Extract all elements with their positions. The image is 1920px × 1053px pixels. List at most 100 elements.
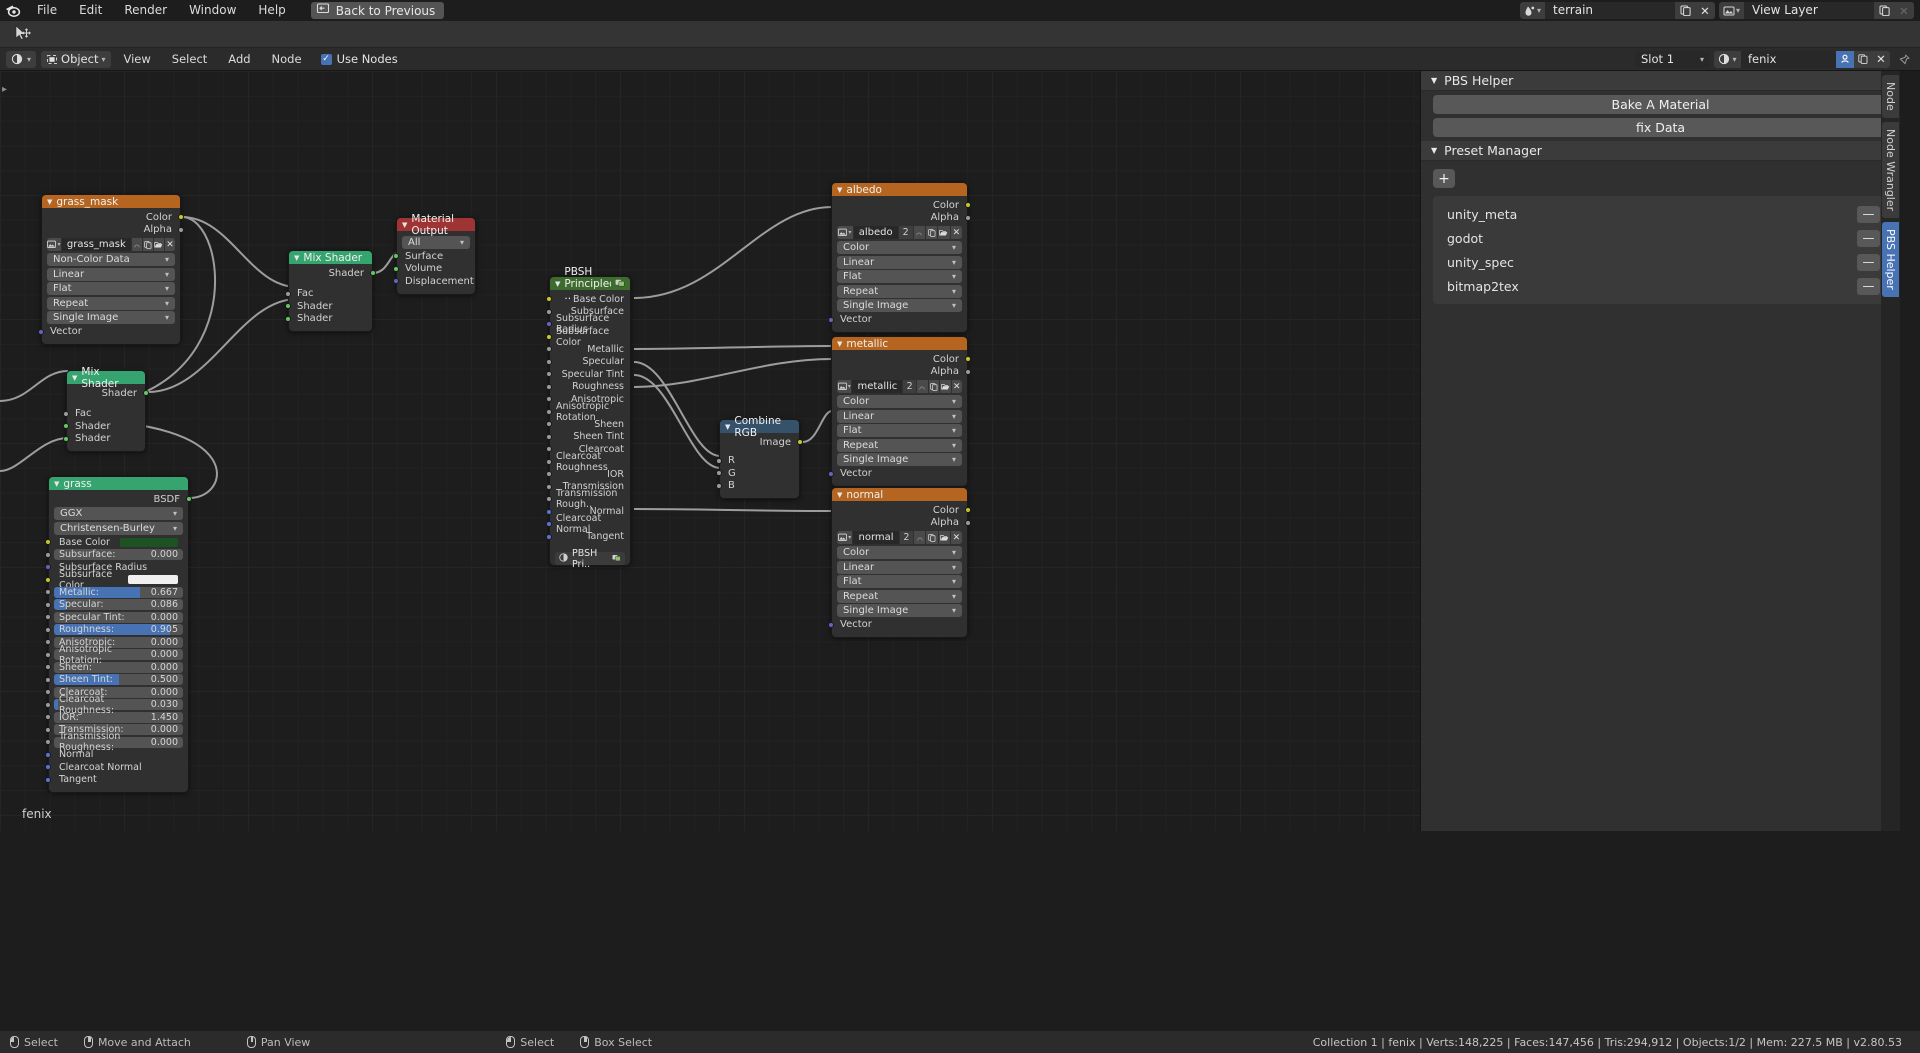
collapse-triangle-icon[interactable]: ▼ (837, 340, 842, 348)
editor-menu-view[interactable]: View (116, 51, 159, 68)
input-socket-vector[interactable]: Vector (38, 326, 180, 339)
socket-image-icon[interactable] (797, 439, 803, 445)
node-header[interactable]: ▼ Mix Shader (67, 366, 145, 390)
socket-color-icon[interactable] (965, 202, 971, 208)
interpolation-dropdown[interactable]: Linear ▾ (47, 267, 175, 281)
back-to-previous-button[interactable]: Back to Previous (310, 2, 445, 19)
view-layer-selector[interactable]: ▾ View Layer ✕ (1719, 2, 1914, 19)
input-socket-shader-1[interactable]: Shader (63, 420, 145, 433)
remove-preset-button[interactable]: — (1857, 205, 1880, 223)
pbsh-input-row[interactable]: Clearcoat Roughness (546, 451, 630, 473)
socket-shader-icon[interactable] (63, 435, 69, 442)
socket-shader-icon[interactable] (143, 390, 149, 396)
image-fake-user-button[interactable] (913, 226, 925, 239)
image-new-button[interactable] (142, 238, 153, 251)
image-unlink-button[interactable]: ✕ (164, 238, 175, 251)
node-grass-bsdf[interactable]: ▼ grass BSDF GGX ▾ Christensen-Burley ▾ Ba… (45, 476, 192, 793)
colorspace-dropdown[interactable]: Color ▾ (837, 395, 962, 408)
projection-dropdown[interactable]: Flat ▾ (837, 575, 962, 588)
scene-selector[interactable]: ▾ terrain ✕ (1520, 2, 1715, 19)
param-socket-icon[interactable] (45, 776, 51, 783)
param-slider[interactable]: Sheen Tint: 0.500 (54, 674, 183, 686)
param-socket-icon[interactable] (45, 739, 51, 745)
new-view-layer-button[interactable] (1874, 2, 1894, 19)
socket-icon[interactable] (546, 421, 552, 427)
param-socket-icon[interactable] (45, 601, 51, 608)
tab-pbs-helper[interactable]: PBS Helper (1882, 221, 1899, 297)
material-new-button[interactable] (1854, 50, 1872, 68)
socket-icon[interactable] (546, 521, 552, 527)
node-metallic[interactable]: ▼ metallic Color Alpha ▾ metallic 2 ✕ Co… (828, 336, 971, 487)
color-swatch[interactable] (128, 575, 178, 585)
fix-data-button[interactable]: fix Data (1433, 118, 1888, 137)
socket-shader-icon[interactable] (63, 423, 69, 429)
socket-icon[interactable] (546, 483, 552, 490)
socket-icon[interactable] (546, 508, 552, 515)
input-socket-shader-1[interactable]: Shader (285, 300, 372, 313)
node-normal[interactable]: ▼ normal Color Alpha ▾ normal 2 ✕ Color … (828, 487, 971, 638)
collapse-triangle-icon[interactable]: ▼ (402, 221, 407, 229)
grass-param-row[interactable]: Base Color (45, 536, 188, 549)
output-socket-alpha[interactable]: Alpha (42, 224, 184, 237)
param-plain[interactable]: Tangent (54, 774, 183, 785)
node-header[interactable]: ▼ grass_mask (42, 195, 180, 208)
image-users-count[interactable]: 2 (898, 226, 913, 239)
extension-dropdown[interactable]: Repeat ▾ (837, 284, 962, 298)
socket-shader-icon[interactable] (285, 303, 291, 309)
param-socket-icon[interactable] (45, 539, 51, 545)
node-albedo[interactable]: ▼ albedo Color Alpha ▾ albedo 2 ✕ Color … (828, 182, 971, 333)
preset-row[interactable]: unity_meta — (1433, 202, 1888, 226)
menu-render[interactable]: Render (113, 0, 178, 21)
node-pbsh-principled[interactable]: ▼ PBSH Principled .. Base Color Subsurfac… (546, 266, 631, 570)
input-socket-g[interactable]: G (716, 467, 799, 480)
node-header[interactable]: ▼ Mix Shader (289, 251, 372, 264)
param-socket-icon[interactable] (45, 726, 51, 733)
socket-surface-icon[interactable] (393, 253, 399, 259)
target-dropdown[interactable]: All ▾ (402, 235, 470, 249)
socket-volume-icon[interactable] (393, 265, 399, 272)
param-socket-icon[interactable] (45, 564, 51, 570)
material-unlink-button[interactable]: ✕ (1872, 50, 1890, 68)
pbsh-input-row[interactable]: Anisotropic Rotation (546, 401, 630, 423)
input-socket-b[interactable]: B (716, 480, 799, 493)
image-new-button[interactable] (928, 380, 940, 393)
param-plain[interactable]: Clearcoat Normal (54, 762, 183, 773)
node-header[interactable]: ▼ Material Output (397, 213, 475, 237)
image-name-input[interactable]: albedo (853, 226, 898, 239)
menu-file[interactable]: File (26, 0, 68, 21)
view-layer-name[interactable]: View Layer (1744, 2, 1874, 19)
image-unlink-button[interactable]: ✕ (950, 226, 963, 239)
grass-param-row[interactable]: Metallic: 0.667 (45, 586, 188, 599)
param-slider[interactable]: Anisotropic Rotation: 0.000 (54, 644, 183, 666)
socket-bsdf-icon[interactable] (186, 496, 192, 502)
grass-param-row[interactable]: Transmission Roughness: 0.000 (45, 731, 188, 753)
pbsh-input-row[interactable]: Base Color (546, 293, 630, 306)
image-name-input[interactable]: grass_mask (61, 238, 131, 251)
projection-dropdown[interactable]: Flat ▾ (837, 424, 962, 437)
remove-preset-button[interactable]: — (1857, 277, 1880, 295)
node-header[interactable]: ▼ normal (832, 488, 967, 501)
preset-row[interactable]: bitmap2tex — (1433, 274, 1888, 298)
socket-icon[interactable] (546, 408, 552, 415)
socket-fac-icon[interactable] (285, 290, 291, 297)
use-nodes-checkbox[interactable]: ✓ Use Nodes (315, 52, 398, 66)
param-socket-icon[interactable] (45, 751, 51, 758)
image-fake-user-button[interactable] (917, 380, 928, 393)
pbsh-input-row[interactable]: Sheen (546, 418, 630, 431)
input-socket-vector[interactable]: Vector (828, 468, 967, 481)
output-socket-image[interactable]: Image (720, 436, 803, 449)
output-socket-alpha[interactable]: Alpha (832, 366, 971, 379)
input-socket-shader-2[interactable]: Shader (63, 433, 145, 446)
source-dropdown[interactable]: Single Image ▾ (47, 311, 175, 324)
socket-alpha-icon[interactable] (178, 226, 184, 233)
image-unlink-button[interactable]: ✕ (950, 531, 962, 544)
image-fake-user-button[interactable] (131, 238, 142, 251)
image-users-count[interactable]: 2 (903, 380, 917, 393)
socket-icon[interactable] (546, 496, 552, 502)
output-socket-color[interactable]: Color (832, 353, 971, 366)
pbsh-input-row[interactable]: Specular Tint (546, 368, 630, 381)
image-name-input[interactable]: metallic (852, 380, 903, 393)
collapse-triangle-icon[interactable]: ▼ (47, 198, 52, 206)
image-fake-user-button[interactable] (914, 531, 926, 544)
param-socket-icon[interactable] (45, 676, 51, 683)
